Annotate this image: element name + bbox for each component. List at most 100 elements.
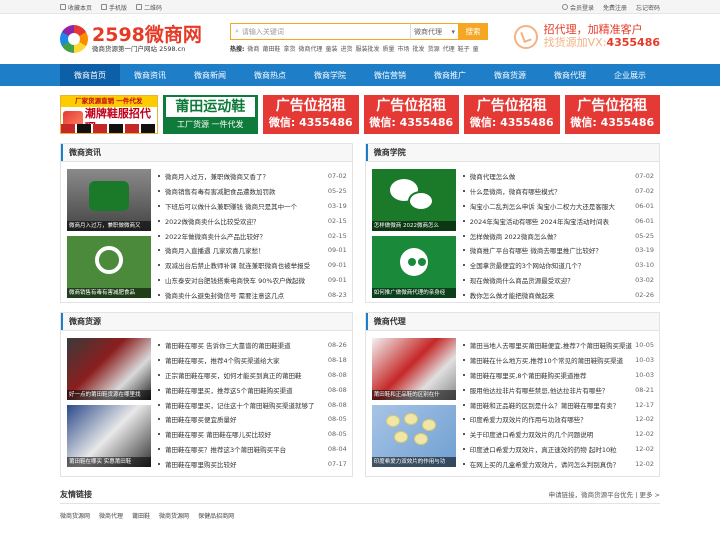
- list-item[interactable]: 什么是微商，微商有哪些模式？ 07-02: [463, 184, 654, 199]
- nav-agent[interactable]: 微商代理: [540, 64, 600, 86]
- agent-thumb[interactable]: 印度希爱力双效片的作用与功: [371, 405, 456, 467]
- list-item[interactable]: 微商代理怎么做 07-02: [463, 169, 654, 184]
- nav-supply[interactable]: 微商货源: [480, 64, 540, 86]
- list-item[interactable]: 微商销售有毒有害减肥食品遭数加罚款 05-25: [158, 184, 347, 199]
- supply-thumb[interactable]: 好一点的莆田鞋货源在哪里找: [67, 338, 151, 400]
- search-button[interactable]: 搜索: [458, 23, 488, 40]
- qrcode-link[interactable]: 二维码: [136, 3, 162, 12]
- header: 2598微商网 微商货源第一门户网站 2598.cn ⌕ 请输入关键词 微商代理 ▾…: [60, 14, 660, 64]
- ad-shoes-agent[interactable]: 厂家货源直销 一件代发 潮牌鞋服招代理: [60, 95, 158, 134]
- list-item[interactable]: 关于印度进口希爱力双效片的几个问题说明 12-02: [463, 427, 654, 442]
- list-item[interactable]: 下班后可以做什么兼职赚钱 微商只是其中一个 03-19: [158, 199, 347, 214]
- list-item[interactable]: 双减出台后禁止教师补课 就连兼职微商也被举报受 09-01: [158, 258, 347, 273]
- list-item[interactable]: 莆田鞋在哪买 告诉你三大靠谱的莆田鞋渠道 08-26: [158, 338, 347, 353]
- hot-keyword[interactable]: 质量: [383, 44, 395, 53]
- friend-link[interactable]: 微商代理: [99, 511, 123, 520]
- news-thumb[interactable]: 微商月入过万，兼职做微商又: [67, 169, 151, 231]
- agent-list: 莆田当地人去哪里买莆田鞋便宜,推荐7个莆田鞋购买渠道 10-05 莆田鞋在什么地方…: [456, 338, 654, 471]
- ad-rent-slot[interactable]: 广告位招租 微信: 4355486: [263, 95, 359, 134]
- nav-hot[interactable]: 微商热点: [240, 64, 300, 86]
- section-title[interactable]: 微商货源: [61, 313, 352, 331]
- register-link[interactable]: 免费注册: [603, 3, 627, 12]
- ad-row: 厂家货源直销 一件代发 潮牌鞋服招代理 莆田运动鞋 工厂货源 一件代发 广告位招…: [60, 95, 660, 134]
- agent-thumb[interactable]: 莆田鞋和正品鞋的区别在什: [371, 338, 456, 400]
- hot-keyword[interactable]: 鞋子: [458, 44, 470, 53]
- hot-keyword[interactable]: 拿货: [283, 44, 295, 53]
- hot-keyword[interactable]: 市场: [398, 44, 410, 53]
- hot-keyword[interactable]: 童装: [325, 44, 337, 53]
- list-item[interactable]: 全国拿货最便宜的3个网站你知道几个？ 03-10: [463, 258, 654, 273]
- list-item[interactable]: 莆田鞋和正品鞋的区别是什么？莆田鞋在哪里有卖？ 12-17: [463, 397, 654, 412]
- list-item[interactable]: 莆田鞋在哪买 莆田鞋在哪儿买比较好 08-05: [158, 427, 347, 442]
- nav-news-info[interactable]: 微商资讯: [120, 64, 180, 86]
- search-category-select[interactable]: 微商代理 ▾: [410, 23, 458, 40]
- list-item[interactable]: 在网上买的几盒希爱力双效片，请问怎么判别真伪？ 12-02: [463, 456, 654, 471]
- nav-academy[interactable]: 微商学院: [300, 64, 360, 86]
- list-item[interactable]: 莆田鞋在哪买便宜质量好 08-05: [158, 412, 347, 427]
- list-item[interactable]: 莆田鞋在什么地方买,推荐10个常见的莆田鞋购买渠道 10-03: [463, 353, 654, 368]
- nav-news[interactable]: 微商新闻: [180, 64, 240, 86]
- mobile-link[interactable]: 手机版: [101, 3, 127, 12]
- hot-keyword[interactable]: 货源: [428, 44, 440, 53]
- list-item[interactable]: 2022年做微商卖什么产品比较好？ 02-15: [158, 228, 347, 243]
- nav-promotion[interactable]: 微商推广: [420, 64, 480, 86]
- list-item[interactable]: 莆田鞋在哪里买，记住这十个莆田鞋购买渠道就够了 08-08: [158, 397, 347, 412]
- apply-link[interactable]: 申请链接，微商货源平台优先 | 更多 >: [549, 489, 660, 499]
- list-item[interactable]: 淘宝小二乱判怎么申诉 淘宝小二权力大还是客服大 06-01: [463, 199, 654, 214]
- list-item[interactable]: 微商月入过万，兼职做微商又香了？ 07-02: [158, 169, 347, 184]
- hot-keyword[interactable]: 进货: [340, 44, 352, 53]
- academy-thumb[interactable]: 如何推广做微商代理的亲身经: [371, 236, 456, 298]
- list-item[interactable]: 微商卖什么避免封微信号 需要注意这几点 08-23: [158, 287, 347, 302]
- list-item[interactable]: 教你怎么做才能把微商做起来 02-26: [463, 287, 654, 302]
- hot-keyword[interactable]: 批发: [413, 44, 425, 53]
- list-item[interactable]: 山东泰安对台肥钱搭乘电商快车 90%农户做起微 09-01: [158, 273, 347, 288]
- friend-link[interactable]: 莆田鞋: [132, 511, 150, 520]
- list-item[interactable]: 印度希爱力双效片的作用与功效有哪些？ 12-02: [463, 412, 654, 427]
- ad-rent-slot[interactable]: 广告位招租 微信: 4355486: [363, 95, 459, 134]
- section-title[interactable]: 微商资讯: [61, 144, 352, 162]
- list-item[interactable]: 微商推广平台有哪些 微商去哪里推广比较好？ 03-19: [463, 243, 654, 258]
- friend-links-title: 友情链接: [60, 489, 92, 499]
- section-title[interactable]: 微商代理: [365, 313, 659, 331]
- list-item[interactable]: 现在做微商什么商品货源最受欢迎？ 03-02: [463, 273, 654, 288]
- login-link[interactable]: 会员登录: [561, 3, 594, 12]
- hot-keyword[interactable]: 莆田鞋: [262, 44, 280, 53]
- hot-keyword[interactable]: 代理: [443, 44, 455, 53]
- list-item[interactable]: 怎样做微商 2022微商怎么做？ 05-25: [463, 228, 654, 243]
- list-item[interactable]: 印度进口希爱力双效片，真正速效的药物 起时10粒 12-02: [463, 442, 654, 457]
- list-item[interactable]: 莆田鞋在哪买，推荐4个购买渠道给大家 08-18: [158, 353, 347, 368]
- chevron-down-icon: ▾: [451, 27, 455, 36]
- bookmark-link[interactable]: 收藏本页: [60, 3, 92, 12]
- hot-keyword[interactable]: 微商: [247, 44, 259, 53]
- friend-link[interactable]: 保健品招商网: [198, 511, 234, 520]
- ad-rent-slot[interactable]: 广告位招租 微信: 4355486: [464, 95, 560, 134]
- nav-company[interactable]: 企业展示: [600, 64, 660, 86]
- news-thumb[interactable]: 微商销售有毒有害减肥食品: [67, 236, 151, 298]
- list-item[interactable]: 2024年淘宝活动有哪些 2024年淘宝活动时间表 06-01: [463, 213, 654, 228]
- list-item[interactable]: 莆田鞋在哪里买，推荐这5个莆田鞋购买渠道 08-08: [158, 382, 347, 397]
- academy-list: 微商代理怎么做 07-02 什么是微商，微商有哪些模式？ 07-02 淘宝小二乱判怎…: [456, 169, 654, 302]
- list-item[interactable]: 服用他达拉非片有哪些禁忌,他达拉非片有哪些？ 08-21: [463, 382, 654, 397]
- nav-home[interactable]: 微商首页: [60, 64, 120, 86]
- hot-keyword[interactable]: 微商代理: [298, 44, 322, 53]
- section-title[interactable]: 微商学院: [365, 144, 659, 162]
- list-item[interactable]: 莆田当地人去哪里买莆田鞋便宜,推荐7个莆田鞋购买渠道 10-05: [463, 338, 654, 353]
- ad-putian-shoes[interactable]: 莆田运动鞋 工厂货源 一件代发: [162, 95, 258, 134]
- forgot-password-link[interactable]: 忘记密码: [636, 3, 660, 12]
- list-item[interactable]: 莆田鞋在哪里买,8个莆田鞋购买渠道推荐 10-03: [463, 368, 654, 383]
- friend-link[interactable]: 微商货源网: [60, 511, 90, 520]
- ad-rent-slot[interactable]: 广告位招租 微信: 4355486: [564, 95, 660, 134]
- hot-keyword[interactable]: 服装批发: [356, 44, 380, 53]
- list-item[interactable]: 莆田鞋在哪里购买比较好 07-17: [158, 456, 347, 471]
- list-item[interactable]: 微商月入直播遇 几家欢喜几家愁！ 09-01: [158, 243, 347, 258]
- hot-keyword[interactable]: 童: [473, 44, 479, 53]
- search-input[interactable]: ⌕ 请输入关键词: [230, 23, 410, 40]
- list-item[interactable]: 正宗莆田鞋在哪买，如何才能买到真正的莆田鞋 08-08: [158, 368, 347, 383]
- nav-wechat-marketing[interactable]: 微信营销: [360, 64, 420, 86]
- academy-thumb[interactable]: 怎样做微商 2022微商怎么: [371, 169, 456, 231]
- site-logo[interactable]: 2598微商网 微商货源第一门户网站 2598.cn: [60, 25, 230, 53]
- list-item[interactable]: 2022做微商卖什么比较受欢迎？ 02-15: [158, 213, 347, 228]
- friend-link[interactable]: 微商货源网: [159, 511, 189, 520]
- list-item[interactable]: 莆田鞋在哪买？推荐这3个莆田鞋购买平台 08-04: [158, 442, 347, 457]
- supply-thumb[interactable]: 莆田鞋在哪买 实惠莆田鞋: [67, 405, 151, 467]
